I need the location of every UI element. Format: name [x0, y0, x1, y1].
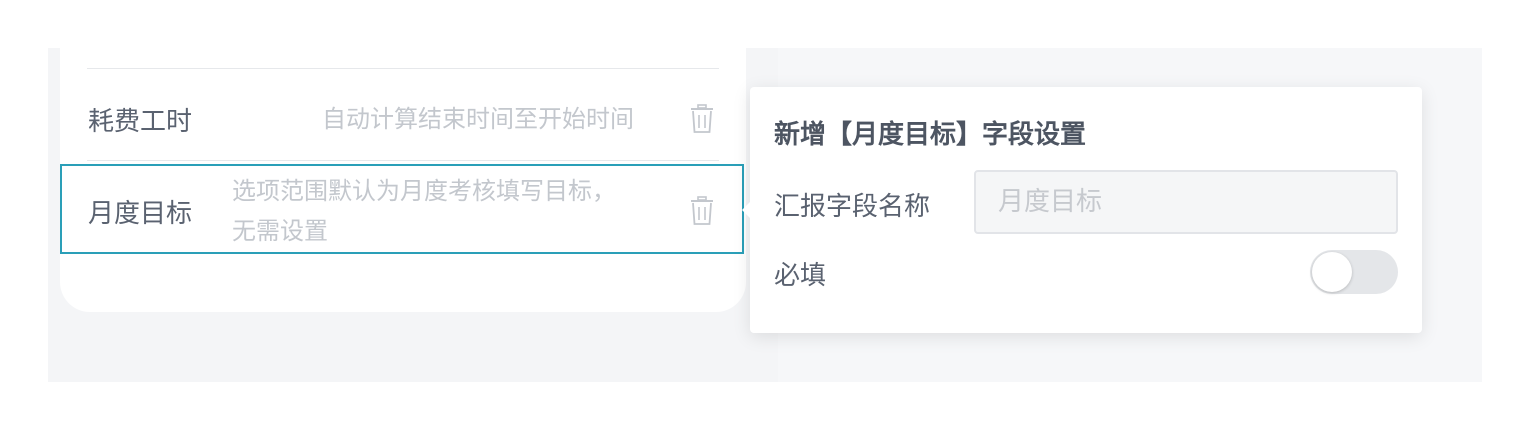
popover-arrow [742, 201, 751, 219]
toggle-knob [1312, 252, 1352, 292]
divider-middle [87, 160, 719, 161]
field-hint-monthly-target: 选项范围默认为月度考核填写目标， 无需设置 [232, 171, 672, 251]
field-hint-line2: 无需设置 [232, 217, 328, 245]
required-toggle[interactable] [1310, 250, 1398, 294]
field-name-label: 汇报字段名称 [774, 192, 931, 222]
divider-top [87, 68, 719, 69]
field-name-input[interactable] [974, 170, 1398, 234]
popover-title: 新增【月度目标】字段设置 [774, 120, 1087, 150]
field-label-hours: 耗费工时 [88, 107, 193, 137]
trash-icon[interactable] [690, 104, 714, 134]
trash-icon[interactable] [690, 196, 714, 226]
field-hint-line1: 选项范围默认为月度考核填写目标， [232, 177, 616, 205]
field-hint-hours: 自动计算结束时间至开始时间 [322, 105, 634, 133]
required-label: 必填 [774, 261, 827, 291]
field-label-monthly-target: 月度目标 [88, 199, 193, 229]
